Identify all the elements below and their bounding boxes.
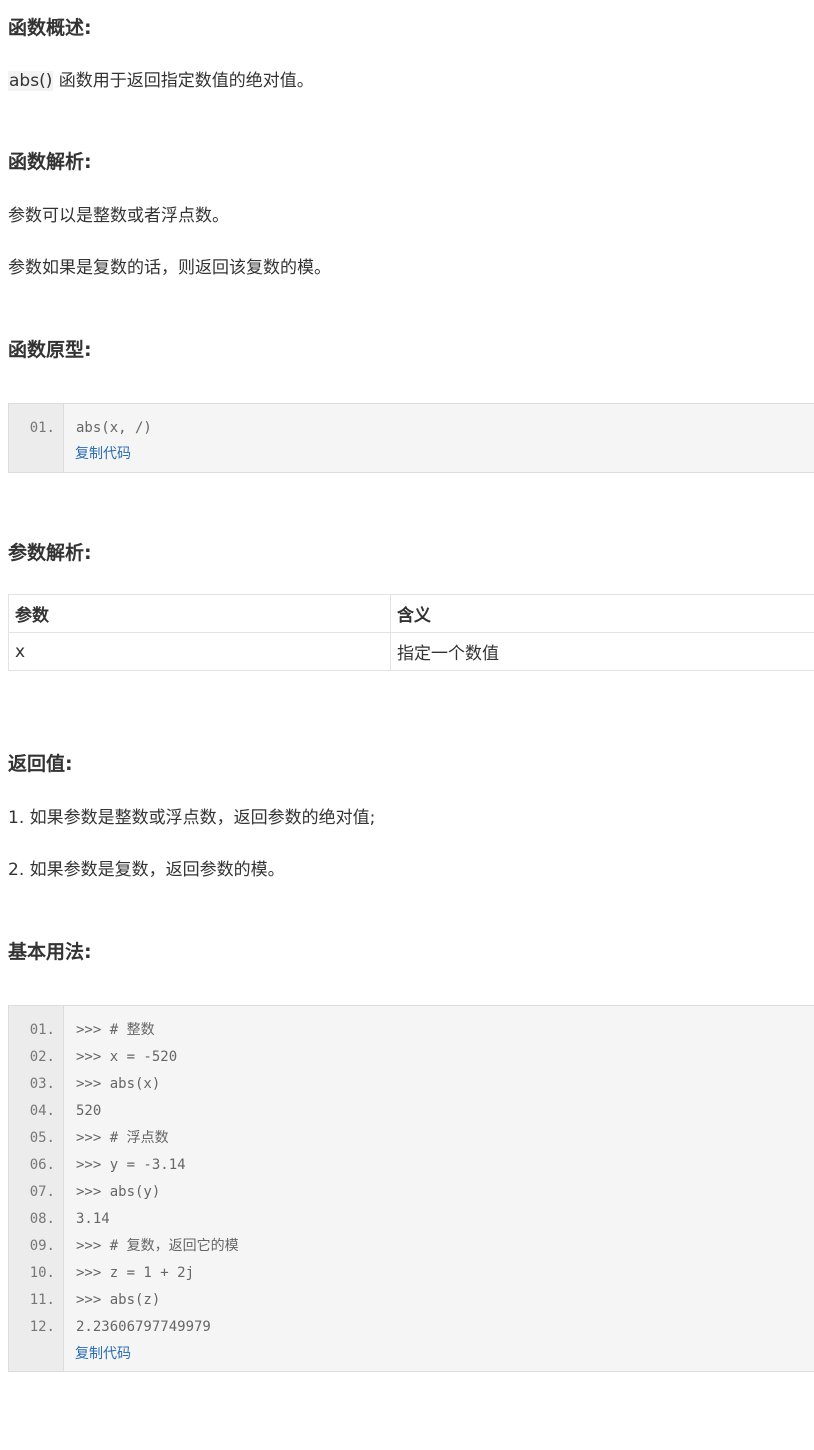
overview-text: abs() 函数用于返回指定数值的绝对值。 <box>8 69 314 93</box>
usage-heading: 基本用法: <box>8 941 92 963</box>
code-text: >>> # 复数，返回它的模 <box>76 1238 239 1254</box>
line-number: 04. <box>29 1103 55 1119</box>
params-table: 参数 含义 x 指定一个数值 <box>8 594 814 671</box>
analysis-para-2: 参数如果是复数的话，则返回该复数的模。 <box>8 258 331 278</box>
inline-code-abs: abs() <box>8 71 54 91</box>
line-number: 07. <box>29 1184 55 1200</box>
code-text: >>> abs(x) <box>76 1076 161 1092</box>
line-number: 06. <box>29 1157 55 1173</box>
line-number: 03. <box>29 1076 55 1092</box>
code-text: 3.14 <box>76 1211 110 1227</box>
code-text: >>> abs(y) <box>76 1184 161 1200</box>
code-text: >>> # 浮点数 <box>76 1130 169 1146</box>
code-text: abs(x, /) <box>76 420 152 436</box>
overview-heading: 函数概述: <box>8 17 92 39</box>
usage-code-block: 01. >>> # 整数 02. >>> x = -520 03. >>> abs(x) 0… <box>8 1005 814 1372</box>
copy-code-button[interactable]: 复制代码 <box>75 444 131 464</box>
params-heading: 参数解析: <box>8 542 92 564</box>
code-text: 520 <box>76 1103 102 1119</box>
line-number: 08. <box>29 1211 55 1227</box>
table-row: x 指定一个数值 <box>8 632 814 671</box>
code-text: >>> z = 1 + 2j <box>76 1265 195 1281</box>
analysis-para-1: 参数可以是整数或者浮点数。 <box>8 206 229 226</box>
line-number: 10. <box>29 1265 55 1281</box>
line-number: 01. <box>29 420 55 436</box>
article-page: 函数概述: abs() 函数用于返回指定数值的绝对值。 函数解析: 参数可以是整… <box>0 0 814 1450</box>
line-number: 02. <box>29 1049 55 1065</box>
table-cell-meaning: 指定一个数值 <box>390 632 814 671</box>
table-header-param: 参数 <box>8 594 391 633</box>
table-header-row: 参数 含义 <box>8 594 814 633</box>
prototype-heading: 函数原型: <box>8 339 92 361</box>
analysis-heading: 函数解析: <box>8 151 92 173</box>
returns-item-1: 1. 如果参数是整数或浮点数，返回参数的绝对值; <box>8 808 376 828</box>
code-text: >>> x = -520 <box>76 1049 178 1065</box>
code-text: >>> y = -3.14 <box>76 1157 186 1173</box>
code-text: 2.23606797749979 <box>76 1319 211 1335</box>
line-number: 11. <box>29 1292 55 1308</box>
returns-item-2: 2. 如果参数是复数，返回参数的模。 <box>8 860 285 880</box>
copy-code-button[interactable]: 复制代码 <box>75 1344 131 1364</box>
prototype-code-block: 01. abs(x, /) 复制代码 <box>8 403 814 473</box>
line-number: 05. <box>29 1130 55 1146</box>
line-number: 09. <box>29 1238 55 1254</box>
returns-heading: 返回值: <box>8 753 73 775</box>
overview-description: 函数用于返回指定数值的绝对值。 <box>53 71 314 91</box>
code-text: >>> abs(z) <box>76 1292 161 1308</box>
line-number: 01. <box>29 1022 55 1038</box>
table-cell-param: x <box>8 632 391 671</box>
code-text: >>> # 整数 <box>76 1022 155 1038</box>
line-number: 12. <box>29 1319 55 1335</box>
table-header-meaning: 含义 <box>390 594 814 633</box>
